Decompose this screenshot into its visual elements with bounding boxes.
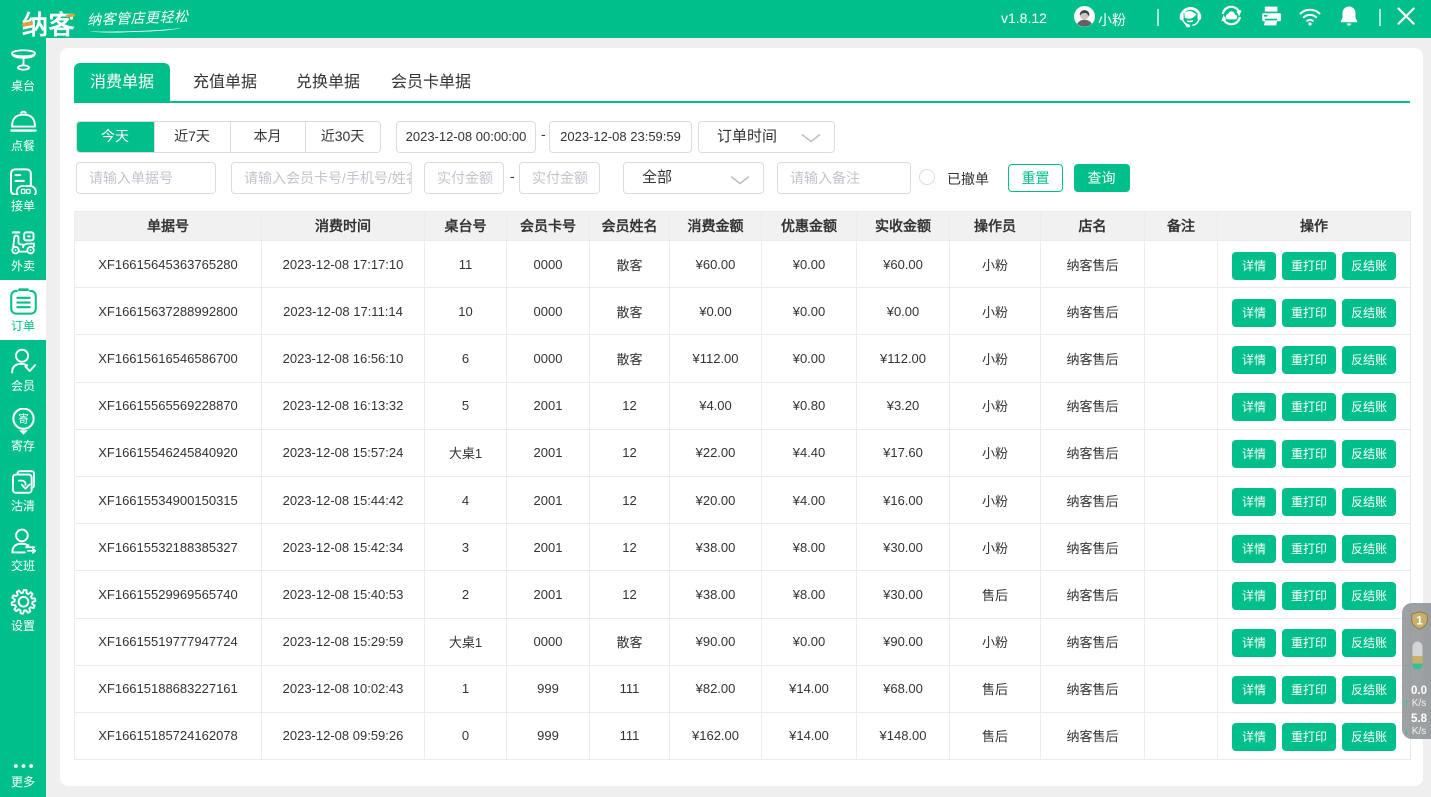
- svg-text:1: 1: [1416, 615, 1423, 628]
- svg-text:寄: 寄: [18, 413, 29, 426]
